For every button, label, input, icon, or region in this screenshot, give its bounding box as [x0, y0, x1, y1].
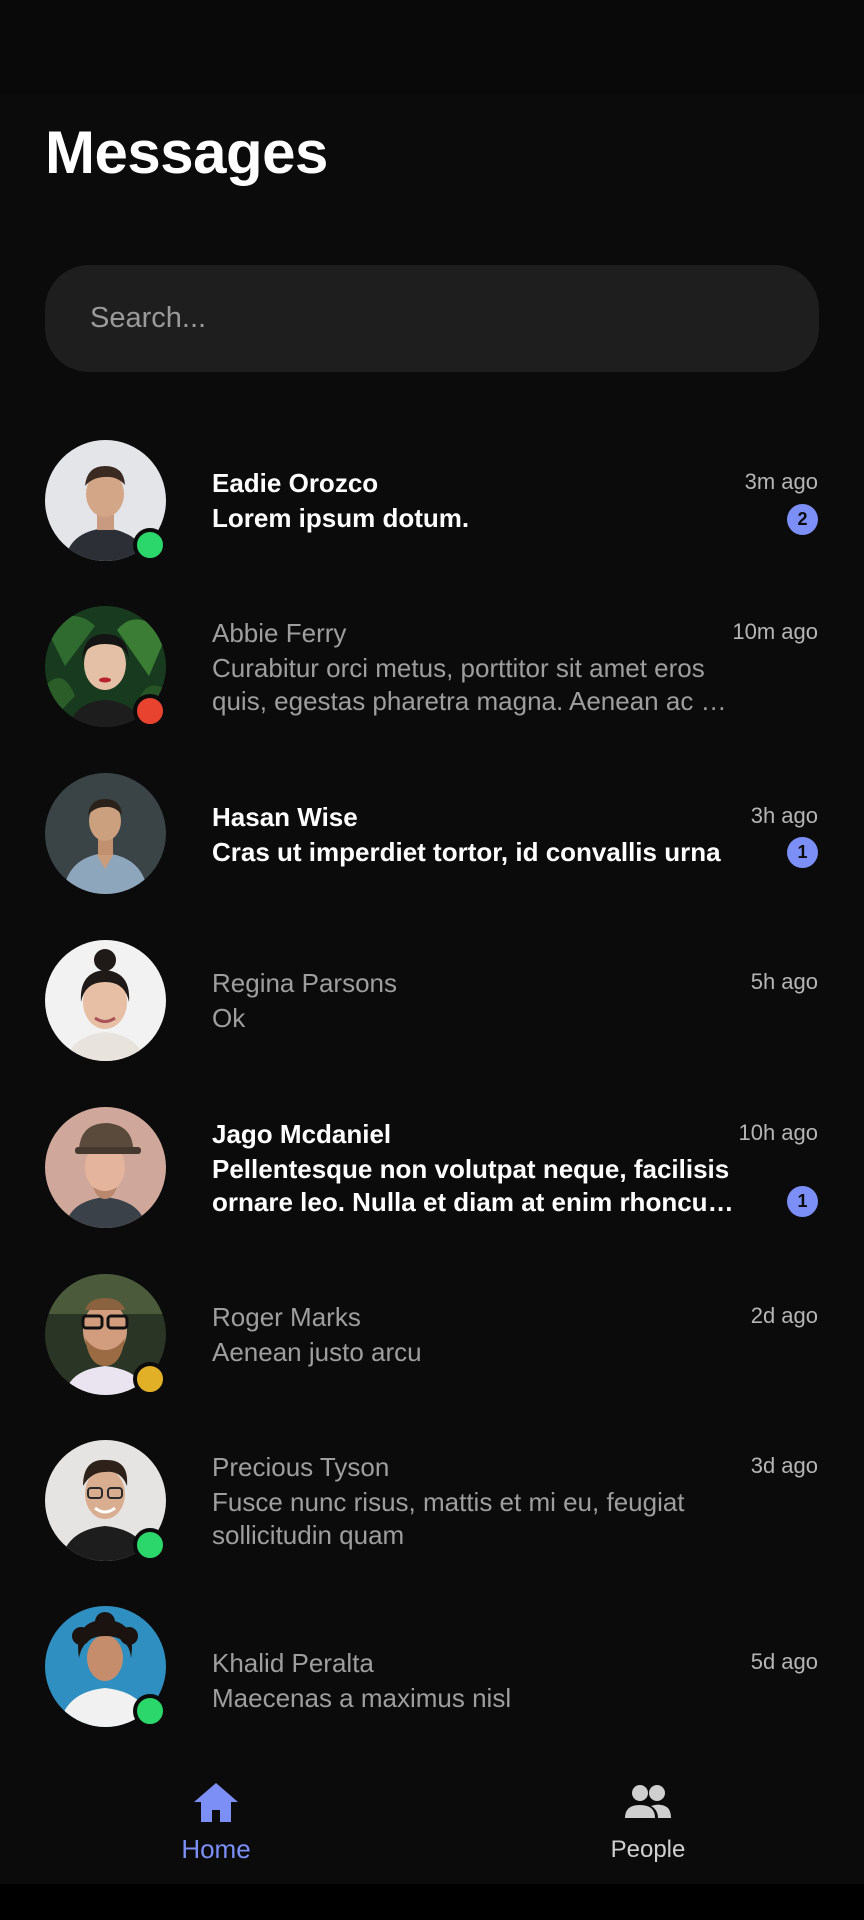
contact-name: Roger Marks [212, 1302, 361, 1332]
system-nav-area [0, 1884, 864, 1920]
avatar [45, 606, 167, 728]
message-preview: Aenean justo arcu [212, 1337, 422, 1367]
avatar-photo [45, 940, 166, 1061]
timestamp: 3h ago [750, 803, 818, 828]
message-preview: Curabitur orci metus, porttitor sit amet… [212, 653, 728, 716]
avatar-photo [45, 773, 166, 894]
avatar [45, 440, 167, 562]
presence-dot [133, 528, 167, 562]
conversation-row[interactable]: Regina Parsons Ok 5h ago [0, 940, 864, 1090]
conversation-row[interactable]: Precious Tyson Fusce nunc risus, mattis … [0, 1440, 864, 1590]
message-preview: Lorem ipsum dotum. [212, 503, 470, 533]
unread-badge: 1 [787, 1186, 818, 1217]
people-icon [625, 1785, 671, 1818]
avatar [45, 940, 166, 1061]
avatar [45, 773, 166, 894]
conversation-row[interactable]: Jago Mcdaniel Pellentesque non volutpat … [0, 1107, 864, 1257]
message-preview: Maecenas a maximus nisl [212, 1683, 512, 1713]
bottom-nav: Home People [0, 1767, 864, 1884]
contact-name: Jago Mcdaniel [212, 1119, 392, 1149]
message-preview: Ok [212, 1003, 246, 1033]
page-title: Messages [45, 119, 328, 186]
tab-people[interactable]: People [548, 1767, 748, 1884]
contact-name: Precious Tyson [212, 1452, 390, 1482]
timestamp: 3d ago [750, 1453, 818, 1478]
contact-name: Khalid Peralta [212, 1648, 374, 1678]
tab-home[interactable]: Home [116, 1767, 316, 1884]
timestamp: 10h ago [738, 1120, 818, 1145]
presence-dot [133, 1694, 167, 1728]
presence-dot [133, 1362, 167, 1396]
avatar [45, 1440, 167, 1562]
search-input[interactable] [45, 265, 819, 372]
timestamp: 3m ago [744, 469, 818, 494]
contact-name: Regina Parsons [212, 968, 397, 998]
message-preview: Pellentesque non volutpat neque, facilis… [212, 1154, 730, 1217]
contact-name: Abbie Ferry [212, 618, 347, 648]
search-bar[interactable] [45, 265, 819, 372]
message-preview: Fusce nunc risus, mattis et mi eu, feugi… [212, 1487, 685, 1550]
status-bar [0, 0, 864, 93]
unread-badge: 2 [787, 504, 818, 535]
avatar [45, 1606, 167, 1728]
conversation-row[interactable]: Hasan Wise Cras ut imperdiet tortor, id … [0, 773, 864, 923]
presence-dot [133, 1528, 167, 1562]
timestamp: 5d ago [750, 1649, 818, 1674]
timestamp: 5h ago [750, 969, 818, 994]
message-preview: Cras ut imperdiet tortor, id convallis u… [212, 837, 721, 867]
timestamp: 10m ago [732, 619, 818, 644]
avatar [45, 1107, 166, 1228]
tab-people-label: People [610, 1836, 686, 1863]
tab-home-label: Home [181, 1834, 251, 1864]
conversation-row[interactable]: Abbie Ferry Curabitur orci metus, portti… [0, 606, 864, 756]
avatar-photo [45, 1107, 166, 1228]
presence-dot [133, 694, 167, 728]
conversation-row[interactable]: Khalid Peralta Maecenas a maximus nisl 5… [0, 1606, 864, 1756]
contact-name: Eadie Orozco [212, 468, 379, 498]
avatar [45, 1274, 167, 1396]
contact-name: Hasan Wise [212, 802, 358, 832]
conversation-row[interactable]: Roger Marks Aenean justo arcu 2d ago [0, 1274, 864, 1424]
home-icon [194, 1783, 238, 1822]
timestamp: 2d ago [750, 1303, 818, 1328]
unread-badge: 1 [787, 837, 818, 868]
conversation-row[interactable]: Eadie Orozco Lorem ipsum dotum. 3m ago 2 [0, 440, 864, 590]
